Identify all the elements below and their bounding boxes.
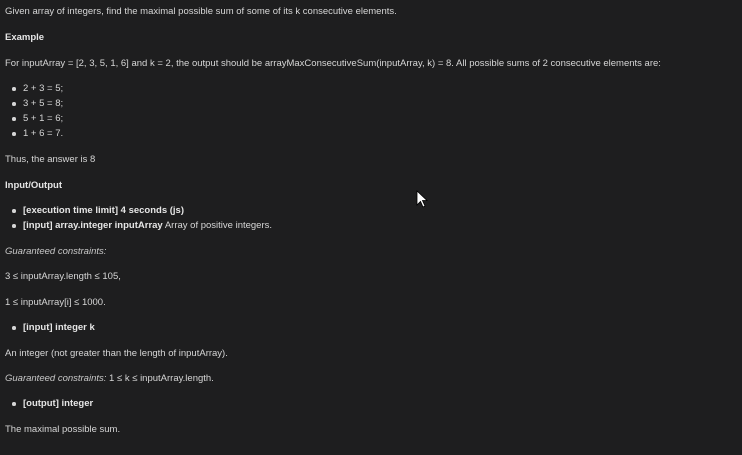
example-text: For inputArray = [2, 3, 5, 1, 6] and k =… [5,58,661,69]
input-array-label: [input] array.integer inputArray [23,220,163,231]
time-limit-item: [execution time limit] 4 seconds (js) [11,205,185,216]
k-description: An integer (not greater than the length … [5,348,228,359]
example-answer: Thus, the answer is 8 [5,154,96,165]
constraint-length: 3 ≤ inputArray.length ≤ 105, [5,271,121,282]
input-k-item: [input] integer k [12,322,95,333]
k-constraints: Guaranteed constraints: 1 ≤ k ≤ inputArr… [5,373,214,384]
output-description: The maximal possible sum. [5,424,121,435]
io-heading: Input/Output [5,180,62,191]
constraints-label: Guaranteed constraints: [5,246,107,257]
list-item: 2 + 3 = 5; [11,83,64,94]
k-constraint-label: Guaranteed constraints: [5,373,107,384]
mouse-pointer-icon [416,190,428,208]
list-item: 3 + 5 = 8; [11,98,64,109]
output-item: [output] integer [11,398,94,409]
k-constraint: 1 ≤ k ≤ inputArray.length. [109,373,214,384]
example-heading: Example [5,32,45,43]
list-item: 1 + 6 = 7. [11,128,64,139]
problem-intro: Given array of integers, find the maxima… [5,6,397,17]
list-item: 5 + 1 = 6; [11,113,64,124]
input-array-item: [input] array.integer inputArray Array o… [11,220,273,231]
input-array-desc: Array of positive integers. [164,220,273,231]
constraint-values: 1 ≤ inputArray[i] ≤ 1000. [5,297,106,308]
